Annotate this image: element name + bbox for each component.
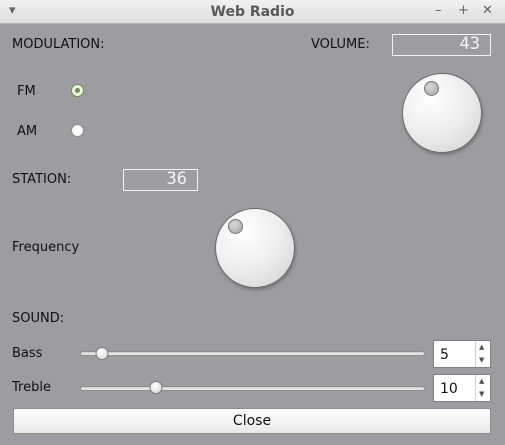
maximize-icon[interactable]: + (458, 3, 469, 18)
am-radio[interactable] (71, 124, 84, 137)
bass-spinner-arrows[interactable]: ▲ ▼ (475, 341, 490, 367)
bass-spinner-value: 5 (440, 347, 449, 363)
sound-label: SOUND: (12, 311, 65, 326)
frequency-knob[interactable] (215, 208, 295, 288)
volume-display: 43 (392, 34, 491, 56)
close-button[interactable]: Close (13, 408, 491, 434)
frequency-label: Frequency (12, 240, 80, 255)
minimize-icon[interactable]: – (435, 3, 442, 18)
treble-spinner-value: 10 (440, 381, 458, 397)
am-label: AM (17, 124, 38, 139)
station-display: 36 (123, 169, 198, 191)
bass-decrement-icon[interactable]: ▼ (479, 357, 484, 364)
treble-increment-icon[interactable]: ▲ (479, 378, 484, 385)
title-bar: ▾ Web Radio – + ✕ (0, 0, 505, 24)
bass-label: Bass (12, 346, 43, 361)
fm-label: FM (17, 84, 36, 99)
treble-spinner-arrows[interactable]: ▲ ▼ (475, 375, 490, 401)
station-label: STATION: (12, 172, 72, 187)
treble-slider-track[interactable] (80, 386, 425, 391)
bass-slider-track[interactable] (80, 351, 425, 356)
fm-radio[interactable] (71, 84, 84, 97)
modulation-label: MODULATION: (12, 37, 105, 52)
bass-spinner[interactable]: 5 ▲ ▼ (433, 340, 491, 368)
window-title: Web Radio (210, 4, 295, 20)
bass-increment-icon[interactable]: ▲ (479, 344, 484, 351)
volume-label: VOLUME: (311, 37, 370, 52)
volume-knob[interactable] (402, 73, 482, 153)
treble-label: Treble (12, 380, 51, 395)
treble-slider-thumb[interactable] (149, 381, 163, 394)
frequency-knob-indicator (228, 219, 243, 234)
close-icon[interactable]: ✕ (482, 3, 493, 18)
treble-spinner[interactable]: 10 ▲ ▼ (433, 374, 491, 402)
bass-slider-thumb[interactable] (95, 347, 109, 360)
treble-decrement-icon[interactable]: ▼ (479, 391, 484, 398)
volume-knob-indicator (424, 81, 439, 96)
